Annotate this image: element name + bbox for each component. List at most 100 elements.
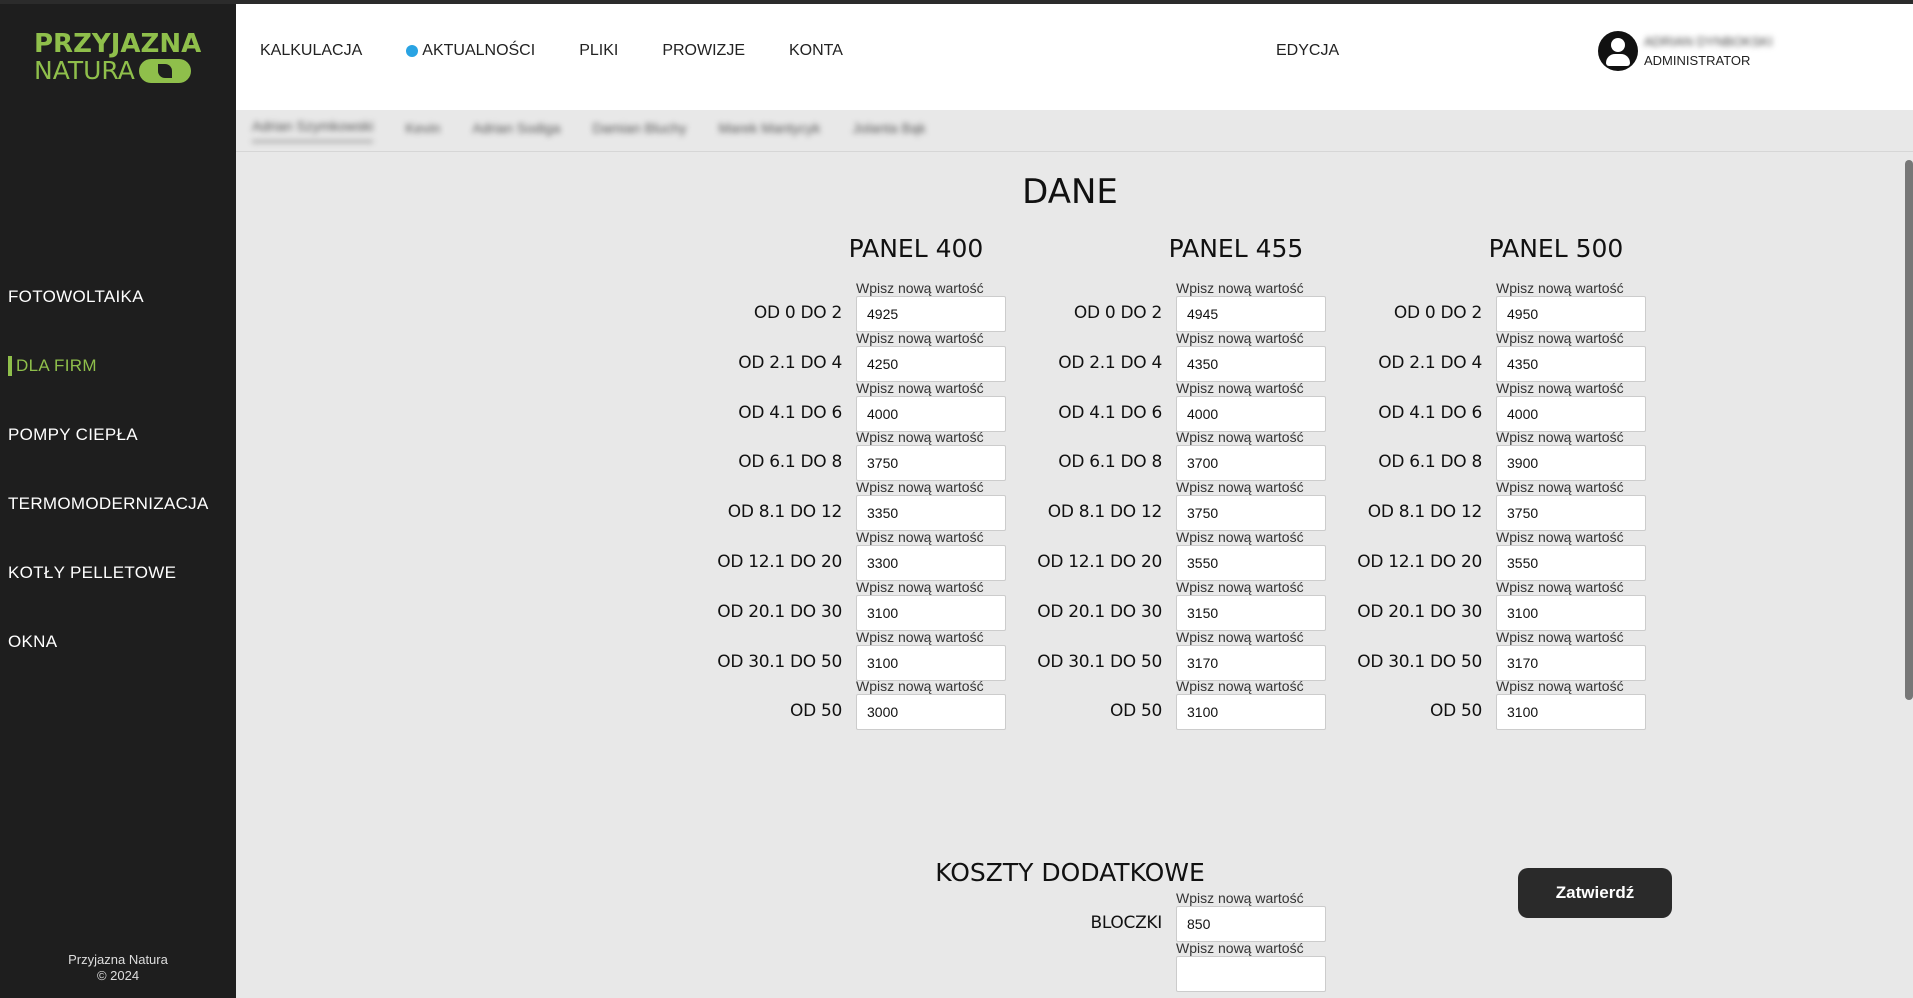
input-hint: Wpisz nową wartość [856, 280, 984, 296]
sidebar-item-okna[interactable]: OKNA [0, 607, 236, 676]
user-tab[interactable]: Adrian Sodiga [472, 120, 560, 142]
nav-edycja[interactable]: EDYCJA [1276, 42, 1339, 60]
range-label: OD 2.1 DO 4 [1058, 352, 1162, 373]
range-label: OD 4.1 DO 6 [1378, 402, 1482, 423]
range-label: OD 50 [1429, 701, 1482, 722]
top-nav: KALKULACJA AKTUALNOŚCI PLIKI PROWIZJE KO… [260, 42, 887, 60]
user-tab[interactable]: Kevin [405, 120, 440, 142]
input-hint: Wpisz nową wartość [1176, 890, 1304, 906]
input-hint: Wpisz nową wartość [1496, 329, 1624, 346]
range-label: OD 4.1 DO 6 [1058, 402, 1162, 423]
range-label: OD 6.1 DO 8 [738, 452, 842, 473]
input-hint: Wpisz nową wartość [1176, 479, 1304, 496]
range-label: OD 6.1 DO 8 [1378, 452, 1482, 473]
submit-button[interactable]: Zatwierdź [1518, 868, 1672, 918]
footer-copyright: © 2024 [96, 968, 140, 983]
input-hint: Wpisz nową wartość [856, 429, 984, 446]
input-hint: Wpisz nową wartość [856, 628, 984, 645]
nav-kalkulacja[interactable]: KALKULACJA [260, 42, 362, 60]
input-hint: Wpisz nową wartość [856, 379, 984, 396]
user-tabs: Adrian Szymkowski Kevin Adrian Sodiga Da… [236, 110, 1913, 152]
input-hint: Wpisz nową wartość [1496, 678, 1624, 695]
range-label: OD 12.1 DO 20 [1357, 552, 1482, 572]
panel-title: PANEL 500 [1488, 234, 1624, 263]
input-hint: Wpisz nową wartość [1176, 280, 1304, 296]
range-label: OD 30.1 DO 50 [717, 651, 842, 672]
logo-line1: PRZYJAZNA [34, 29, 202, 59]
input-hint: Wpisz nową wartość [856, 578, 984, 595]
input-hint: Wpisz nową wartość [1176, 939, 1304, 956]
logo[interactable]: PRZYJAZNA NATURA [34, 30, 204, 84]
range-label: OD 50 [789, 701, 842, 722]
input-hint: Wpisz nową wartość [1176, 329, 1304, 346]
input-hint: Wpisz nową wartość [1176, 379, 1304, 396]
user-tab[interactable]: Jolanta Bąk [852, 120, 925, 142]
input-hint: Wpisz nową wartość [1496, 628, 1624, 645]
user-tab[interactable]: Adrian Szymkowski [252, 118, 374, 143]
input-hint: Wpisz nową wartość [856, 329, 984, 346]
price-input[interactable]: 3100 [1496, 694, 1646, 731]
input-hint: Wpisz nową wartość [856, 529, 984, 545]
nav-pliki[interactable]: PLIKI [579, 42, 618, 60]
panel-title: PANEL 400 [848, 234, 984, 263]
sidebar-item-label: DLA FIRM [16, 355, 97, 375]
extra-cost-input[interactable] [1176, 955, 1326, 992]
nav-prowizje[interactable]: PROWIZJE [662, 42, 745, 60]
user-tab[interactable]: Marek Mantycyk [719, 120, 821, 142]
range-label: OD 30.1 DO 50 [1037, 651, 1162, 672]
range-label: OD 2.1 DO 4 [738, 352, 842, 373]
range-label: OD 8.1 DO 12 [727, 502, 843, 523]
sidebar-item-label: OKNA [8, 631, 58, 651]
input-hint: Wpisz nową wartość [856, 479, 984, 496]
user-role: ADMINISTRATOR [1644, 53, 1751, 68]
notification-dot-icon [406, 45, 419, 57]
extra-cost-label: BLOCZKI [1090, 913, 1163, 933]
panel-title: PANEL 455 [1168, 234, 1304, 263]
input-hint: Wpisz nową wartość [1496, 429, 1624, 446]
nav-konta[interactable]: KONTA [789, 42, 843, 60]
sidebar-item-label: FOTOWOLTAIKA [8, 286, 144, 306]
nav-aktualnosci-label: AKTUALNOŚCI [422, 42, 536, 59]
logo-line2-text: NATURA [34, 56, 135, 85]
price-row: OD 50 Wpisz nową wartość 3100 [1296, 674, 1716, 734]
range-label: OD 8.1 DO 12 [1367, 502, 1483, 523]
sidebar-footer: Przyjazna Natura © 2024 [0, 952, 236, 984]
input-hint: Wpisz nową wartość [1496, 479, 1624, 496]
top-header: KALKULACJA AKTUALNOŚCI PLIKI PROWIZJE KO… [236, 4, 1913, 110]
range-label: OD 30.1 DO 50 [1357, 651, 1482, 672]
sidebar: PRZYJAZNA NATURA FOTOWOLTAIKA DLA FIRM P… [0, 4, 236, 998]
input-hint: Wpisz nową wartość [1176, 429, 1304, 446]
range-label: OD 6.1 DO 8 [1058, 452, 1162, 473]
leaf-icon [138, 59, 191, 83]
sidebar-item-label: POMPY CIEPŁA [8, 424, 138, 444]
user-info: ADRIAN DYNBOKSKI ADMINISTRATOR [1644, 34, 1773, 68]
sidebar-item-dla-firm[interactable]: DLA FIRM [0, 331, 236, 400]
input-hint: Wpisz nową wartość [856, 678, 984, 695]
input-hint: Wpisz nową wartość [1496, 280, 1624, 296]
input-hint: Wpisz nową wartość [1496, 529, 1624, 545]
range-label: OD 20.1 DO 30 [1357, 601, 1482, 622]
nav-aktualnosci[interactable]: AKTUALNOŚCI [406, 42, 535, 60]
logo-line2: NATURA [34, 58, 204, 84]
range-label: OD 20.1 DO 30 [717, 601, 842, 622]
scrollbar[interactable] [1905, 160, 1913, 700]
sidebar-item-termomodernizacja[interactable]: TERMOMODERNIZACJA [0, 469, 236, 538]
range-label: OD 50 [1109, 701, 1162, 722]
range-label: OD 0 DO 2 [1393, 303, 1482, 323]
extra-cost-row: Wpisz nową wartość [976, 936, 1396, 996]
range-label: OD 12.1 DO 20 [717, 552, 842, 572]
range-label: OD 8.1 DO 12 [1047, 502, 1163, 523]
sidebar-item-kotly-pelletowe[interactable]: KOTŁY PELLETOWE [0, 538, 236, 607]
user-menu[interactable]: ADRIAN DYNBOKSKI ADMINISTRATOR [1598, 31, 1773, 71]
user-tab[interactable]: Damian Bluchy [592, 120, 686, 142]
user-avatar-icon [1598, 31, 1638, 71]
sidebar-item-fotowoltaika[interactable]: FOTOWOLTAIKA [0, 262, 236, 331]
section-title-dane: DANE [1022, 172, 1118, 212]
input-hint: Wpisz nową wartość [1496, 379, 1624, 396]
input-hint: Wpisz nową wartość [1496, 578, 1624, 595]
sidebar-item-label: KOTŁY PELLETOWE [8, 562, 177, 582]
input-hint: Wpisz nową wartość [1176, 578, 1304, 595]
sidebar-item-label: TERMOMODERNIZACJA [8, 493, 209, 513]
sidebar-item-pompy-ciepla[interactable]: POMPY CIEPŁA [0, 400, 236, 469]
range-label: OD 20.1 DO 30 [1037, 601, 1162, 622]
